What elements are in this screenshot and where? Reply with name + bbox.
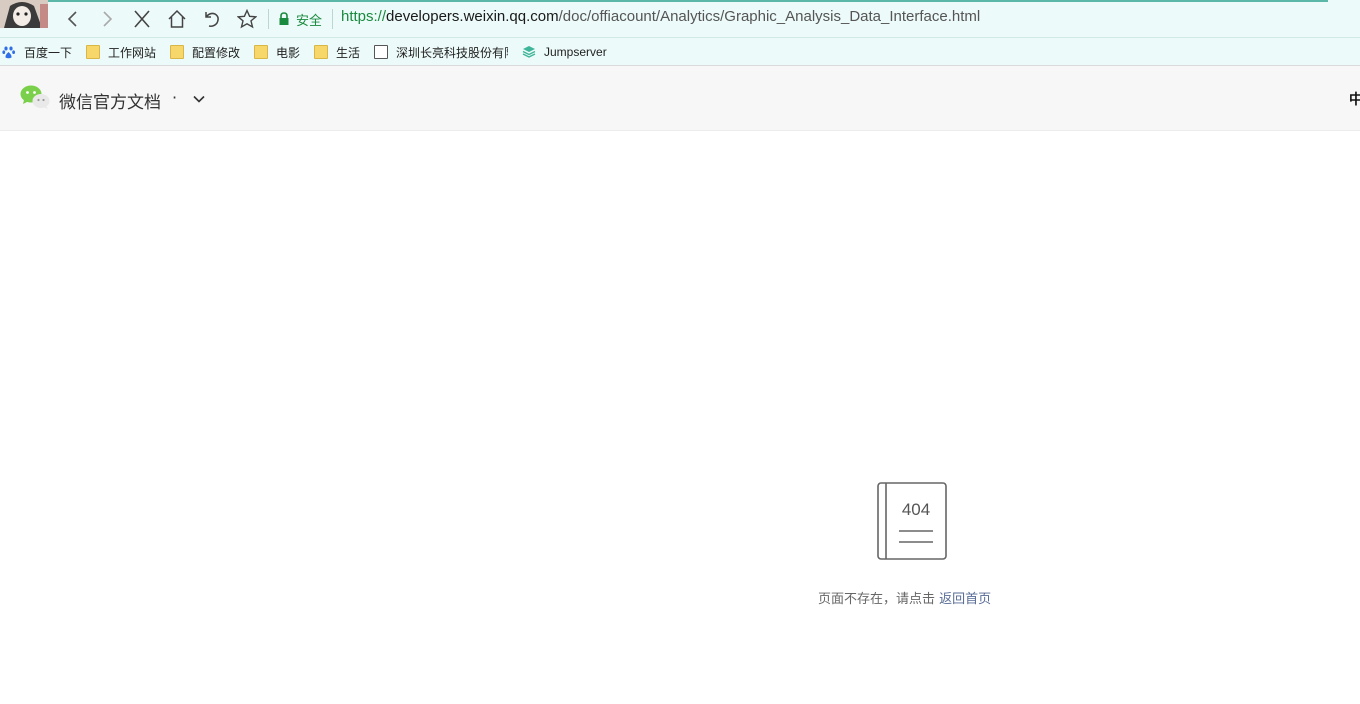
title-separator: · [172,88,178,107]
back-home-link[interactable]: 返回首页 [939,592,991,607]
forward-icon[interactable] [95,7,119,31]
bookmark-label: 电影 [276,45,301,60]
address-bar[interactable]: https://developers.weixin.qq.com/doc/off… [341,8,980,25]
bookmark-label: 配置修改 [192,45,241,60]
bookmark-jumpserver[interactable]: Jumpserver [522,43,607,61]
bookmark-folder-work[interactable]: 工作网站 [86,43,156,61]
undo-icon[interactable] [200,7,224,31]
error-code: 404 [901,500,931,519]
back-icon[interactable] [61,7,85,31]
folder-icon [86,45,100,59]
bookmark-label: 百度一下 [24,45,73,60]
url-host: developers.weixin.qq.com [386,8,559,25]
bookmark-folder-life[interactable]: 生活 [314,43,360,61]
bookmark-label: 生活 [336,45,361,60]
bookmark-label: 工作网站 [108,45,157,60]
star-icon[interactable] [235,7,259,31]
bookmarks-bar: 百度一下 工作网站 配置修改 电影 生活 深圳长亮科技股份有限 Jumpserv… [0,38,1360,66]
url-path: /doc/offiacount/Analytics/Graphic_Analys… [558,8,981,25]
lock-icon [279,12,289,25]
wechat-logo-icon[interactable] [20,84,50,110]
toolbar-divider [268,9,269,29]
site-title[interactable]: 微信官方文档 [59,88,161,113]
bookmark-label: 深圳长亮科技股份有限 [396,45,508,60]
security-label[interactable]: 安全 [296,10,322,29]
bookmark-folder-movies[interactable]: 电影 [254,43,300,61]
url-protocol: https:// [341,8,387,25]
bookmark-folder-config[interactable]: 配置修改 [170,43,240,61]
user-avatar[interactable] [0,0,48,28]
error-message: 页面不存在，请点击 返回首页 [818,588,991,607]
bookmark-label: Jumpserver [544,45,607,59]
browser-toolbar: 安全 https://developers.weixin.qq.com/doc/… [0,0,1360,38]
error-message-text: 页面不存在，请点击 [818,592,936,607]
site-header: 微信官方文档 · 中 [0,66,1360,131]
baidu-paw-icon [2,46,16,59]
chevron-down-icon[interactable] [192,92,206,106]
language-switch[interactable]: 中 [1349,89,1360,109]
jumpserver-icon [522,46,536,58]
folder-icon [254,45,268,59]
loading-progress-line [48,0,1328,2]
page-icon [374,45,388,59]
book-404-icon [877,482,947,560]
folder-icon [170,45,184,59]
folder-icon [314,45,328,59]
bookmark-baidu[interactable]: 百度一下 [2,43,72,61]
bookmark-sunline[interactable]: 深圳长亮科技股份有限 [374,43,508,61]
home-icon[interactable] [165,7,189,31]
stop-icon[interactable] [130,7,154,31]
toolbar-divider [332,9,333,29]
